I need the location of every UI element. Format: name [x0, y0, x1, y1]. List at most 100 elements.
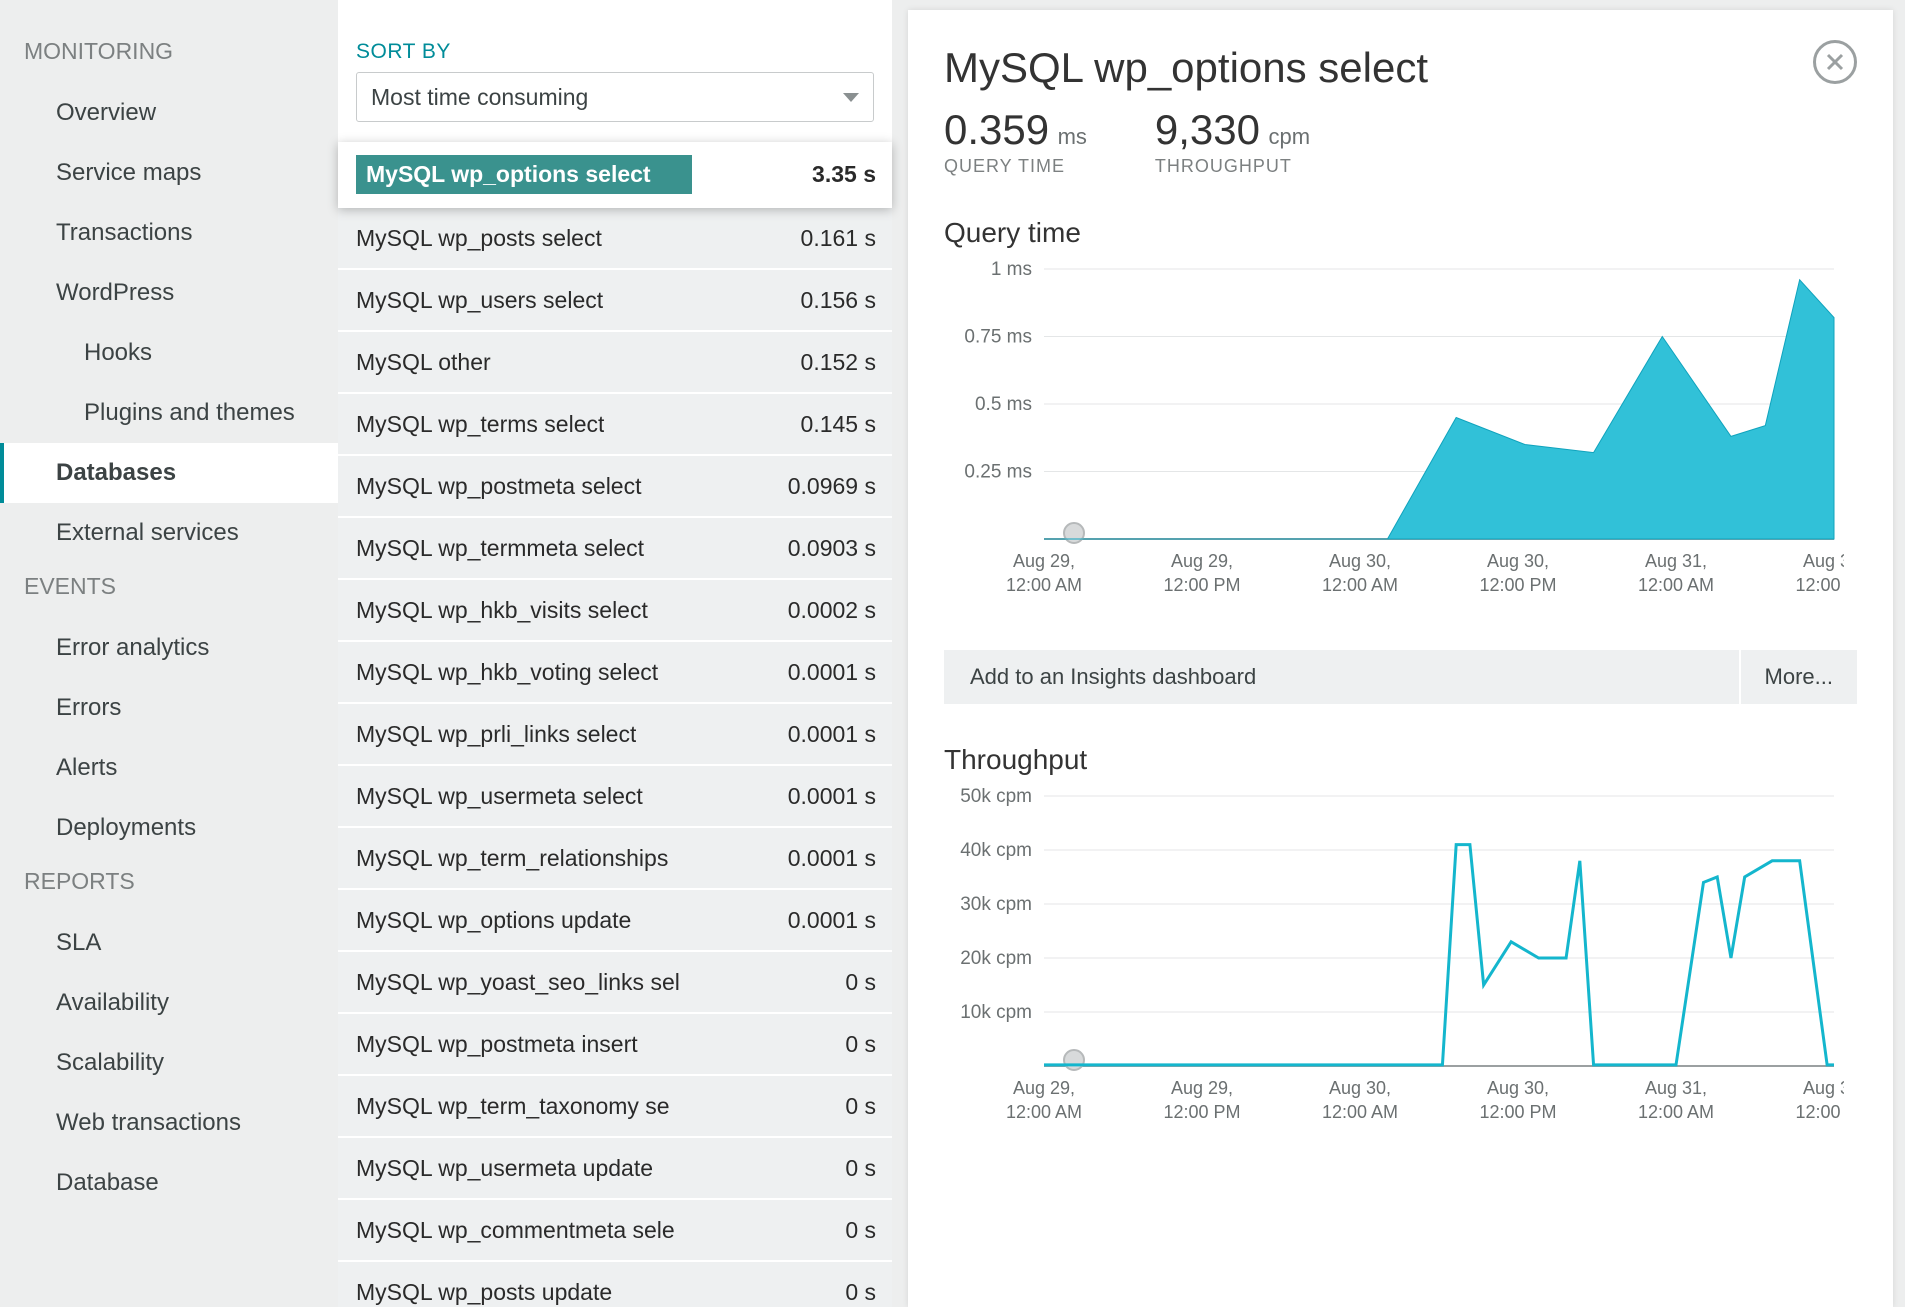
- svg-text:40k cpm: 40k cpm: [960, 840, 1032, 861]
- chart-query-time-plot[interactable]: 1 ms0.75 ms0.5 ms0.25 msAug 29,12:00 AMA…: [944, 259, 1844, 619]
- svg-text:10k cpm: 10k cpm: [960, 1002, 1032, 1023]
- sidebar-item[interactable]: Hooks: [0, 323, 338, 383]
- sidebar-item[interactable]: WordPress: [0, 263, 338, 323]
- sidebar-item[interactable]: Overview: [0, 83, 338, 143]
- sidebar-item[interactable]: Plugins and themes: [0, 383, 338, 443]
- sidebar-item[interactable]: Error analytics: [0, 618, 338, 678]
- query-name: MySQL wp_hkb_voting select: [356, 659, 658, 686]
- svg-text:Aug 29,: Aug 29,: [1171, 551, 1233, 571]
- sidebar-item[interactable]: Databases: [0, 443, 338, 503]
- query-list-row[interactable]: MySQL wp_usermeta select0.0001 s: [338, 766, 892, 828]
- query-list-row[interactable]: MySQL wp_commentmeta sele0 s: [338, 1200, 892, 1262]
- svg-text:12:00 PM: 12:00 PM: [1479, 1102, 1556, 1122]
- query-list-row[interactable]: MySQL wp_yoast_seo_links sel0 s: [338, 952, 892, 1014]
- metric-throughput-unit: cpm: [1268, 124, 1310, 149]
- metric-throughput: 9,330 cpm THROUGHPUT: [1155, 106, 1310, 177]
- query-list-row[interactable]: MySQL wp_posts select0.161 s: [338, 208, 892, 270]
- query-name: MySQL wp_options select: [356, 155, 692, 194]
- sidebar-item[interactable]: Service maps: [0, 143, 338, 203]
- sidebar-item[interactable]: External services: [0, 503, 338, 563]
- query-name: MySQL wp_yoast_seo_links sel: [356, 969, 680, 996]
- sidebar-item[interactable]: Web transactions: [0, 1093, 338, 1153]
- query-time: 0 s: [845, 1279, 876, 1306]
- add-to-dashboard-button[interactable]: Add to an Insights dashboard: [944, 664, 1739, 690]
- sidebar-item[interactable]: Transactions: [0, 203, 338, 263]
- query-time: 0.152 s: [801, 349, 876, 376]
- chart-throughput-title: Throughput: [944, 744, 1857, 776]
- query-name: MySQL wp_posts update: [356, 1279, 612, 1306]
- query-name: MySQL wp_term_taxonomy se: [356, 1093, 670, 1120]
- query-list-row[interactable]: MySQL wp_usermeta update0 s: [338, 1138, 892, 1200]
- svg-text:20k cpm: 20k cpm: [960, 948, 1032, 969]
- sidebar-item[interactable]: Errors: [0, 678, 338, 738]
- chart-throughput: Throughput 50k cpm40k cpm30k cpm20k cpm1…: [944, 744, 1857, 1151]
- sidebar-item[interactable]: Database: [0, 1153, 338, 1213]
- svg-text:12:00 AM: 12:00 AM: [1006, 575, 1082, 595]
- query-list-row[interactable]: MySQL wp_posts update 0 s: [338, 1262, 892, 1307]
- svg-text:12:00 AM: 12:00 AM: [1638, 1102, 1714, 1122]
- sidebar-section-header: MONITORING: [0, 28, 338, 83]
- query-list-column: SORT BY Most time consuming MySQL wp_opt…: [338, 0, 892, 1307]
- svg-text:0.75 ms: 0.75 ms: [964, 327, 1032, 348]
- query-list-row[interactable]: MySQL wp_hkb_visits select0.0002 s: [338, 580, 892, 642]
- sidebar-item[interactable]: Availability: [0, 973, 338, 1033]
- query-name: MySQL wp_usermeta update: [356, 1155, 653, 1182]
- sidebar-item[interactable]: SLA: [0, 913, 338, 973]
- svg-text:Aug 29,: Aug 29,: [1013, 1078, 1075, 1098]
- svg-text:12:00 PM: 12:00 PM: [1795, 1102, 1844, 1122]
- query-list-row[interactable]: MySQL wp_prli_links select0.0001 s: [338, 704, 892, 766]
- sort-by-select[interactable]: Most time consuming: [356, 72, 874, 122]
- chart-throughput-plot[interactable]: 50k cpm40k cpm30k cpm20k cpm10k cpmAug 2…: [944, 786, 1844, 1146]
- sidebar-item[interactable]: Alerts: [0, 738, 338, 798]
- query-list-row[interactable]: MySQL wp_term_relationships 0.0001 s: [338, 828, 892, 890]
- query-time: 0 s: [845, 1031, 876, 1058]
- svg-text:Aug 30,: Aug 30,: [1487, 1078, 1549, 1098]
- svg-text:12:00 AM: 12:00 AM: [1006, 1102, 1082, 1122]
- metric-query-time-unit: ms: [1058, 124, 1087, 149]
- svg-text:0.25 ms: 0.25 ms: [964, 462, 1032, 483]
- query-list-row[interactable]: MySQL wp_options update0.0001 s: [338, 890, 892, 952]
- svg-text:Aug 30,: Aug 30,: [1329, 1078, 1391, 1098]
- query-list-row[interactable]: MySQL wp_users select0.156 s: [338, 270, 892, 332]
- sidebar-item[interactable]: Scalability: [0, 1033, 338, 1093]
- svg-text:50k cpm: 50k cpm: [960, 786, 1032, 807]
- query-name: MySQL wp_postmeta select: [356, 473, 642, 500]
- more-button[interactable]: More...: [1739, 650, 1857, 704]
- chart-query-time: Query time 1 ms0.75 ms0.5 ms0.25 msAug 2…: [944, 217, 1857, 624]
- sidebar-item[interactable]: Deployments: [0, 798, 338, 858]
- query-name: MySQL wp_prli_links select: [356, 721, 636, 748]
- chevron-down-icon: [843, 93, 859, 102]
- query-time: 0 s: [845, 1093, 876, 1120]
- svg-text:12:00 PM: 12:00 PM: [1163, 1102, 1240, 1122]
- sort-by-value: Most time consuming: [371, 84, 588, 111]
- metric-throughput-label: THROUGHPUT: [1155, 156, 1310, 177]
- svg-text:1 ms: 1 ms: [991, 259, 1032, 280]
- chart-query-time-title: Query time: [944, 217, 1857, 249]
- svg-text:12:00 AM: 12:00 AM: [1638, 575, 1714, 595]
- query-list-row[interactable]: MySQL wp_options select 3.35 s: [338, 142, 892, 208]
- svg-text:Aug 30,: Aug 30,: [1487, 551, 1549, 571]
- query-list-row[interactable]: MySQL wp_hkb_voting select 0.0001 s: [338, 642, 892, 704]
- query-list-row[interactable]: MySQL other 0.152 s: [338, 332, 892, 394]
- query-name: MySQL wp_posts select: [356, 225, 602, 252]
- query-list-row[interactable]: MySQL wp_postmeta select0.0969 s: [338, 456, 892, 518]
- query-name: MySQL wp_term_relationships: [356, 845, 668, 872]
- query-name: MySQL other: [356, 349, 491, 376]
- query-time: 3.35 s: [812, 161, 876, 188]
- query-name: MySQL wp_options update: [356, 907, 631, 934]
- query-time: 0.0001 s: [788, 659, 876, 686]
- sort-by-label: SORT BY: [338, 40, 892, 72]
- query-list-row[interactable]: MySQL wp_postmeta insert0 s: [338, 1014, 892, 1076]
- svg-text:Aug 31,: Aug 31,: [1803, 1078, 1844, 1098]
- svg-text:12:00 PM: 12:00 PM: [1479, 575, 1556, 595]
- query-list-row[interactable]: MySQL wp_term_taxonomy se 0 s: [338, 1076, 892, 1138]
- query-name: MySQL wp_termmeta select: [356, 535, 644, 562]
- sidebar-section-header: EVENTS: [0, 563, 338, 618]
- query-list-row[interactable]: MySQL wp_termmeta select0.0903 s: [338, 518, 892, 580]
- close-button[interactable]: [1813, 40, 1857, 84]
- query-time: 0.0001 s: [788, 845, 876, 872]
- query-list-row[interactable]: MySQL wp_terms select0.145 s: [338, 394, 892, 456]
- query-time: 0.145 s: [801, 411, 876, 438]
- svg-text:Aug 31,: Aug 31,: [1645, 551, 1707, 571]
- svg-text:12:00 AM: 12:00 AM: [1322, 575, 1398, 595]
